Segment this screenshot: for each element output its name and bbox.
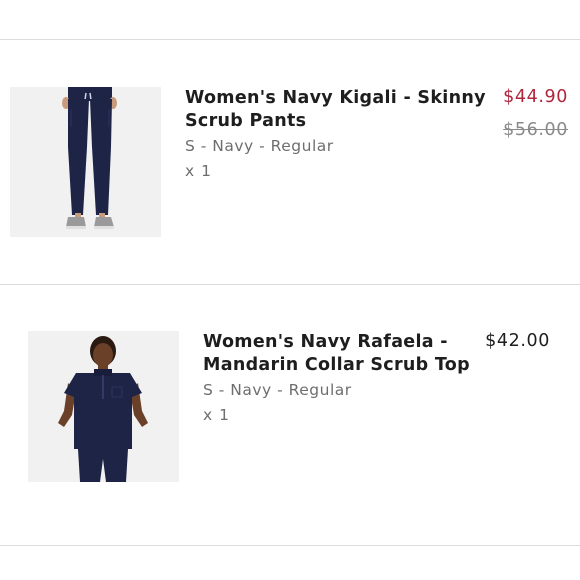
product-title-line1: Women's Navy Rafaela -: [203, 332, 448, 352]
product-title-line2: Mandarin Collar Scrub Top: [203, 355, 470, 375]
sale-price: $44.90: [503, 87, 568, 107]
divider: [0, 39, 580, 40]
product-price: $42.00: [485, 331, 550, 351]
pants-illustration: [10, 87, 161, 237]
original-price: $56.00: [503, 120, 568, 140]
product-title[interactable]: Women's Navy Kigali - Skinny Scrub Pants: [185, 87, 486, 133]
divider: [0, 545, 580, 546]
product-quantity: x 1: [203, 406, 230, 424]
product-title-line1: Women's Navy Kigali - Skinny: [185, 88, 486, 108]
product-variant: S - Navy - Regular: [185, 137, 334, 155]
product-variant: S - Navy - Regular: [203, 381, 352, 399]
product-title[interactable]: Women's Navy Rafaela - Mandarin Collar S…: [203, 331, 470, 377]
scrub-top-illustration: [28, 331, 179, 482]
product-title-line2: Scrub Pants: [185, 111, 307, 131]
product-image[interactable]: [28, 331, 179, 482]
divider: [0, 284, 580, 285]
product-quantity: x 1: [185, 162, 212, 180]
product-image[interactable]: [10, 87, 161, 237]
